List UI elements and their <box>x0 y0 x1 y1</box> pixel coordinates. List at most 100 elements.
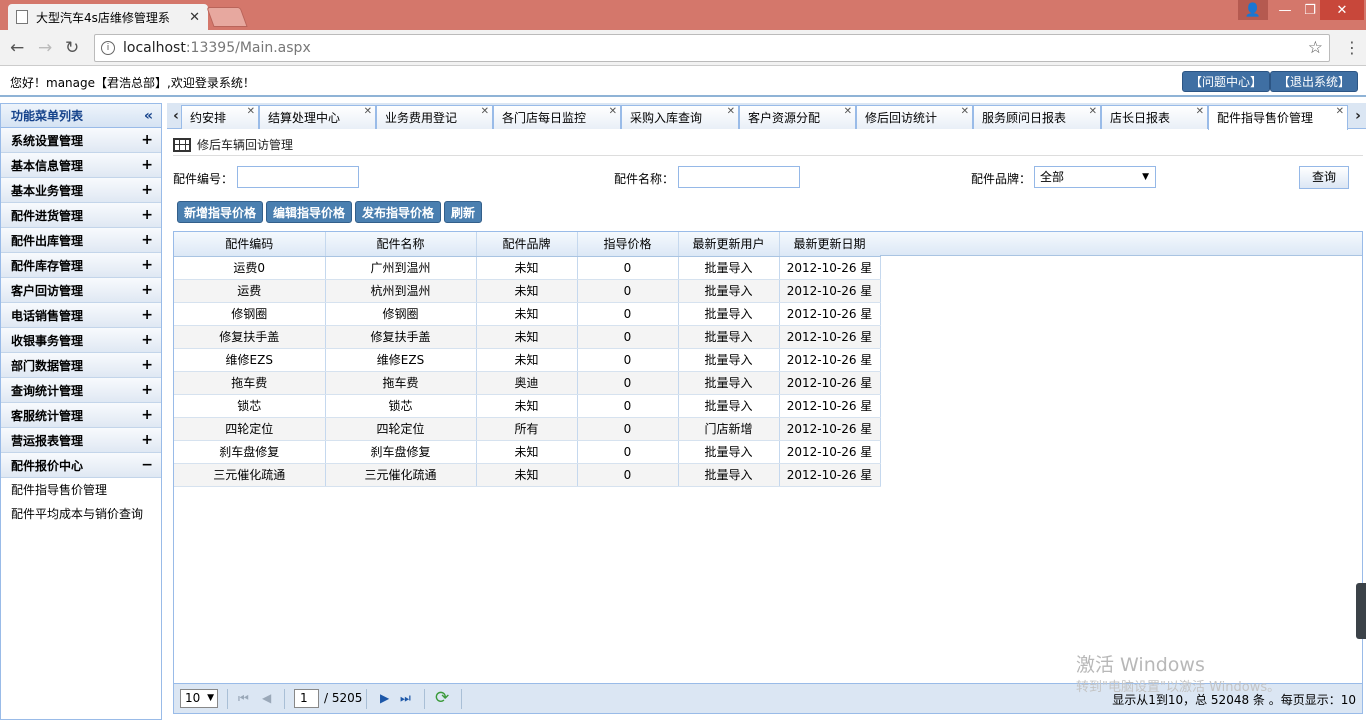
part-brand-select[interactable]: 全部 ▼ <box>1034 166 1156 188</box>
user-icon[interactable]: 👤 <box>1238 0 1268 20</box>
column-header[interactable]: 配件品牌 <box>476 232 578 257</box>
sidebar-group-label: 配件库存管理 <box>11 258 84 273</box>
help-center-button[interactable]: 【问题中心】 <box>1182 71 1271 92</box>
page-size-select[interactable]: 10 ▼ <box>180 689 218 708</box>
sidebar-group[interactable]: 配件报价中心 − <box>1 453 161 478</box>
close-icon[interactable]: ✕ <box>727 106 735 124</box>
sidebar-group-label: 客服统计管理 <box>11 408 84 423</box>
close-icon[interactable]: ✕ <box>961 106 969 124</box>
first-page-icon[interactable]: ⏮ <box>238 691 249 706</box>
table-row[interactable]: 运费 杭州到温州 未知 0 批量导入 2012-10-26 星 <box>174 279 881 303</box>
expand-icon: + <box>141 307 153 323</box>
column-header[interactable]: 最新更新用户 <box>678 232 780 257</box>
table-row[interactable]: 拖车费 拖车费 奥迪 0 批量导入 2012-10-26 星 <box>174 371 881 395</box>
sidebar-group[interactable]: 基本信息管理 + <box>1 153 161 178</box>
close-icon[interactable]: ✕ <box>1196 106 1204 124</box>
scroll-handle[interactable] <box>1356 583 1366 639</box>
table-cell: 三元催化疏通 <box>325 463 477 487</box>
add-price-button[interactable]: 新增指导价格 <box>177 201 264 223</box>
column-header[interactable]: 指导价格 <box>577 232 679 257</box>
tab-active[interactable]: 配件指导售价管理 ✕ <box>1208 105 1348 130</box>
reload-icon[interactable]: ↻ <box>65 38 79 58</box>
tab[interactable]: 约安排 ✕ <box>181 105 259 129</box>
query-button[interactable]: 查询 <box>1299 166 1349 189</box>
sidebar-group[interactable]: 配件库存管理 + <box>1 253 161 278</box>
next-page-icon[interactable]: ▶ <box>380 691 389 705</box>
close-window-button[interactable]: ✕ <box>1320 0 1364 20</box>
table-row[interactable]: 修钢圈 修钢圈 未知 0 批量导入 2012-10-26 星 <box>174 302 881 326</box>
tab-scroll-right-icon[interactable]: › <box>1351 105 1365 127</box>
tab[interactable]: 服务顾问日报表 ✕ <box>973 105 1101 129</box>
column-header[interactable]: 配件编码 <box>174 232 326 257</box>
table-cell: 修钢圈 <box>325 302 477 326</box>
edit-price-button[interactable]: 编辑指导价格 <box>266 201 353 223</box>
close-icon[interactable]: ✕ <box>1336 106 1344 124</box>
close-icon[interactable]: ✕ <box>364 106 372 124</box>
sidebar-group[interactable]: 客户回访管理 + <box>1 278 161 303</box>
sidebar-group[interactable]: 基本业务管理 + <box>1 178 161 203</box>
sidebar-group[interactable]: 收银事务管理 + <box>1 328 161 353</box>
sidebar-group[interactable]: 查询统计管理 + <box>1 378 161 403</box>
back-icon[interactable]: ← <box>10 38 24 58</box>
info-icon[interactable]: i <box>101 41 115 55</box>
table-row[interactable]: 三元催化疏通 三元催化疏通 未知 0 批量导入 2012-10-26 星 <box>174 463 881 487</box>
table-cell: 2012-10-26 星 <box>779 348 881 372</box>
logout-button[interactable]: 【退出系统】 <box>1270 71 1359 92</box>
tab[interactable]: 业务费用登记 ✕ <box>376 105 493 129</box>
sidebar-subitem[interactable]: 配件平均成本与销价查询 <box>1 502 161 526</box>
url-input[interactable]: i localhost:13395/Main.aspx ☆ <box>94 34 1330 62</box>
table-row[interactable]: 刹车盘修复 刹车盘修复 未知 0 批量导入 2012-10-26 星 <box>174 440 881 464</box>
tab[interactable]: 修后回访统计 ✕ <box>856 105 973 129</box>
total-pages: / 5205 <box>324 691 363 705</box>
table-row[interactable]: 锁芯 锁芯 未知 0 批量导入 2012-10-26 星 <box>174 394 881 418</box>
table-row[interactable]: 运费0 广州到温州 未知 0 批量导入 2012-10-26 星 <box>174 256 881 280</box>
forward-icon[interactable]: → <box>38 38 52 58</box>
star-icon[interactable]: ☆ <box>1308 38 1323 58</box>
browser-tab[interactable]: 大型汽车4s店维修管理系 ✕ <box>8 4 208 30</box>
column-header[interactable]: 配件名称 <box>325 232 477 257</box>
table-cell: 未知 <box>476 302 578 326</box>
sidebar-group[interactable]: 电话销售管理 + <box>1 303 161 328</box>
close-icon[interactable]: ✕ <box>481 106 489 124</box>
table-row[interactable]: 维修EZS 维修EZS 未知 0 批量导入 2012-10-26 星 <box>174 348 881 372</box>
close-icon[interactable]: ✕ <box>609 106 617 124</box>
part-name-input[interactable] <box>678 166 800 188</box>
part-code-input[interactable] <box>237 166 359 188</box>
menu-dots-icon[interactable]: ⋮ <box>1344 38 1360 57</box>
sidebar-group[interactable]: 部门数据管理 + <box>1 353 161 378</box>
tab[interactable]: 店长日报表 ✕ <box>1101 105 1208 129</box>
close-icon[interactable]: ✕ <box>189 10 200 25</box>
refresh-icon[interactable]: ⟳ <box>435 688 449 708</box>
prev-page-icon[interactable]: ◀ <box>262 691 271 705</box>
sidebar-group-label: 基本业务管理 <box>11 183 84 198</box>
table-row[interactable]: 修复扶手盖 修复扶手盖 未知 0 批量导入 2012-10-26 星 <box>174 325 881 349</box>
new-tab-button[interactable] <box>206 7 248 27</box>
sidebar-group[interactable]: 系统设置管理 + <box>1 128 161 153</box>
sidebar-group-label: 配件出库管理 <box>11 233 84 248</box>
tab[interactable]: 采购入库查询 ✕ <box>621 105 739 129</box>
table-row[interactable]: 四轮定位 四轮定位 所有 0 门店新增 2012-10-26 星 <box>174 417 881 441</box>
page-number-input[interactable]: 1 <box>294 689 319 708</box>
last-page-icon[interactable]: ⏭ <box>400 691 411 706</box>
activation-watermark-title: 激活 Windows <box>1076 654 1205 676</box>
publish-price-button[interactable]: 发布指导价格 <box>355 201 442 223</box>
close-icon[interactable]: ✕ <box>247 106 255 124</box>
table-cell: 未知 <box>476 256 578 280</box>
tab[interactable]: 客户资源分配 ✕ <box>739 105 856 129</box>
sidebar-group[interactable]: 客服统计管理 + <box>1 403 161 428</box>
tab[interactable]: 结算处理中心 ✕ <box>259 105 376 129</box>
sidebar-group[interactable]: 配件进货管理 + <box>1 203 161 228</box>
table-cell: 批量导入 <box>678 256 780 280</box>
expand-icon: + <box>141 357 153 373</box>
tab[interactable]: 各门店每日监控 ✕ <box>493 105 621 129</box>
table-cell: 四轮定位 <box>174 417 326 441</box>
close-icon[interactable]: ✕ <box>1089 106 1097 124</box>
close-icon[interactable]: ✕ <box>844 106 852 124</box>
sidebar-subitem[interactable]: 配件指导售价管理 <box>1 478 161 502</box>
sidebar-group[interactable]: 配件出库管理 + <box>1 228 161 253</box>
sidebar-group[interactable]: 营运报表管理 + <box>1 428 161 453</box>
refresh-button[interactable]: 刷新 <box>444 201 483 223</box>
tab-label: 业务费用登记 <box>385 111 458 125</box>
collapse-icon[interactable]: « <box>144 108 153 124</box>
column-header[interactable]: 最新更新日期 <box>779 232 881 257</box>
